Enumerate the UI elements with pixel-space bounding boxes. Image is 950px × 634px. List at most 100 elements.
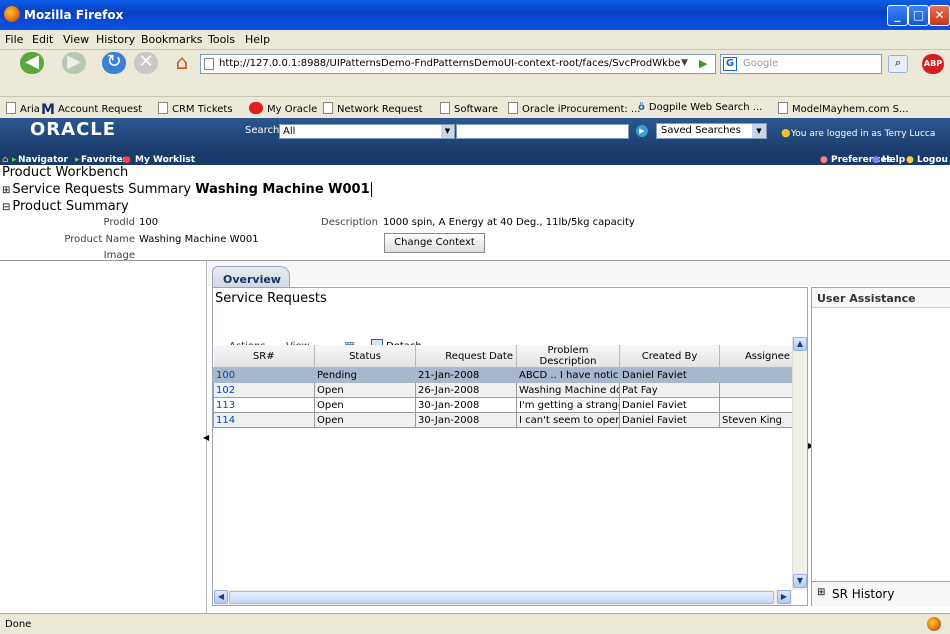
chevron-down-icon[interactable]: ▼ — [752, 124, 766, 138]
search-scope-value: All — [283, 126, 296, 137]
sr-summary-label[interactable]: Service Requests Summary — [12, 182, 191, 197]
search-scope-select[interactable]: All ▼ — [279, 124, 455, 139]
scroll-thumb[interactable] — [229, 591, 774, 604]
bookmark-crm-tickets[interactable]: CRM Tickets — [158, 102, 233, 115]
oracle-logo: ORACLE — [30, 119, 117, 140]
column-header-created-by[interactable]: Created By — [619, 345, 720, 368]
bookmark-my-oracle[interactable]: My Oracle — [249, 102, 317, 115]
service-requests-panel: Service Requests Actions ⌄ View ⌄ ▦ Deta… — [212, 287, 808, 606]
back-icon[interactable]: ◀ — [20, 52, 44, 74]
table-row[interactable]: 113 Open 30-Jan-2008 I'm getting a stran… — [213, 397, 794, 413]
home-icon[interactable]: ⌂ — [170, 52, 194, 74]
sr-summary-header: ⊞ Service Requests Summary Washing Machin… — [2, 182, 376, 197]
bookmark-aria[interactable]: Aria — [6, 102, 40, 115]
sr-number-link[interactable]: 100 — [213, 367, 315, 383]
bookmark-label: Dogpile Web Search ... — [648, 102, 763, 113]
bookmark-account-request[interactable]: M Account Request — [41, 102, 142, 118]
menu-file[interactable]: File — [5, 33, 23, 46]
toolbar-spacer — [0, 78, 950, 96]
search-go-icon[interactable]: ▶ — [636, 125, 648, 137]
sr-history-section[interactable]: ⊞ SR History — [812, 581, 950, 606]
page-icon — [6, 102, 16, 114]
created-by-cell: Daniel Faviet — [619, 367, 720, 383]
collapse-left-icon[interactable]: ◀ — [203, 433, 209, 442]
saved-searches-label: Saved Searches — [661, 125, 741, 136]
saved-searches-select[interactable]: Saved Searches ▼ — [656, 123, 767, 139]
sr-number-link[interactable]: 114 — [213, 412, 315, 428]
url-dropdown-icon[interactable]: ▼ — [681, 58, 688, 68]
arrow-icon: ▸ — [12, 155, 17, 165]
arrow-icon: ▸ — [75, 155, 80, 165]
menu-edit[interactable]: Edit — [32, 33, 53, 46]
product-summary-label[interactable]: Product Summary — [12, 199, 128, 214]
column-header-problem-description[interactable]: Problem Description — [516, 345, 620, 368]
nav-logout[interactable]: Logou — [917, 155, 948, 165]
maximize-button[interactable]: □ — [908, 5, 929, 26]
page-icon — [204, 58, 214, 70]
expand-icon[interactable]: ⊞ — [817, 587, 825, 598]
horizontal-scrollbar[interactable]: ◀ ▶ — [214, 590, 792, 605]
search-go-icon[interactable]: ⌕ — [888, 55, 908, 73]
description-value: 1000 spin, A Energy at 40 Deg., 11lb/5kg… — [383, 217, 635, 228]
oracle-search-input[interactable] — [456, 124, 629, 139]
bookmark-software[interactable]: Software — [440, 102, 498, 115]
bookmark-dogpile[interactable]: ö Dogpile Web Search ... — [638, 102, 762, 113]
chevron-down-icon[interactable]: ▼ — [441, 125, 454, 138]
scroll-right-icon[interactable]: ▶ — [777, 590, 791, 604]
menu-help[interactable]: Help — [245, 33, 270, 46]
column-header-request-date[interactable]: Request Date — [415, 345, 517, 368]
product-summary-header: ⊟ Product Summary — [2, 199, 129, 214]
home-icon[interactable]: ⌂ — [2, 155, 8, 165]
status-cell: Open — [314, 382, 416, 398]
bookmark-modelmayhem[interactable]: ModelMayhem.com S... — [778, 102, 909, 115]
scroll-up-icon[interactable]: ▲ — [793, 337, 807, 351]
column-header-assignee[interactable]: Assignee — [719, 345, 794, 368]
window-title-bar: Mozilla Firefox _ □ ✕ — [0, 0, 950, 30]
url-bar[interactable]: http://127.0.0.1:8988/UIPatternsDemo-Fnd… — [200, 54, 716, 74]
page-content: Product Workbench ⊞ Service Requests Summ… — [0, 165, 950, 613]
menu-view[interactable]: View — [63, 33, 89, 46]
problem-description-cell: I can't seem to open — [516, 412, 620, 428]
page-icon — [323, 102, 333, 114]
reload-icon[interactable]: ↻ — [102, 52, 126, 74]
collapse-icon[interactable]: ⊟ — [2, 202, 10, 213]
minimize-button[interactable]: _ — [887, 5, 908, 26]
table-header-row: SR# Status Request Date Problem Descript… — [213, 345, 794, 368]
forward-icon[interactable]: ▶ — [62, 52, 86, 74]
go-icon[interactable]: ▶ — [699, 57, 707, 70]
table-row[interactable]: 100 Pending 21-Jan-2008 ABCD .. I have n… — [213, 367, 794, 383]
menu-bookmarks[interactable]: Bookmarks — [141, 33, 202, 46]
table-row[interactable]: 102 Open 26-Jan-2008 Washing Machine doe… — [213, 382, 794, 398]
menu-tools[interactable]: Tools — [208, 33, 235, 46]
sr-number-link[interactable]: 113 — [213, 397, 315, 413]
scroll-down-icon[interactable]: ▼ — [793, 574, 807, 588]
vertical-scrollbar[interactable]: ▲ ▼ — [792, 337, 807, 590]
column-header-status[interactable]: Status — [314, 345, 416, 368]
nav-navigator[interactable]: Navigator — [18, 155, 68, 165]
nav-favorites[interactable]: Favorites — [81, 155, 128, 165]
bookmark-oracle-iprocurement[interactable]: Oracle iProcurement: ... — [508, 102, 640, 115]
column-header-sr[interactable]: SR# — [213, 345, 315, 368]
description-label: Description — [321, 217, 378, 228]
menu-history[interactable]: History — [96, 33, 135, 46]
scroll-left-icon[interactable]: ◀ — [214, 590, 228, 604]
firefox-status-icon[interactable] — [927, 617, 941, 631]
table-row[interactable]: 114 Open 30-Jan-2008 I can't seem to ope… — [213, 412, 794, 428]
page-icon — [778, 102, 788, 114]
adblock-icon[interactable]: ABP — [922, 54, 944, 74]
sr-number-link[interactable]: 102 — [213, 382, 315, 398]
close-button[interactable]: ✕ — [929, 5, 950, 26]
user-assistance-header: User Assistance — [812, 288, 950, 308]
nav-help[interactable]: Help — [882, 155, 905, 165]
stop-icon[interactable]: ✕ — [134, 52, 158, 74]
search-input[interactable]: G Google — [720, 54, 882, 74]
request-date-cell: 30-Jan-2008 — [415, 397, 517, 413]
search-label: Search — [245, 125, 280, 136]
nav-my-worklist[interactable]: My Worklist — [135, 155, 195, 165]
expand-icon[interactable]: ⊞ — [2, 185, 10, 196]
help-icon: ● — [872, 155, 880, 165]
bookmark-network-request[interactable]: Network Request — [323, 102, 423, 115]
sr-history-label[interactable]: SR History — [832, 587, 894, 601]
change-context-button[interactable]: Change Context — [384, 233, 485, 253]
google-icon[interactable]: G — [723, 57, 737, 71]
